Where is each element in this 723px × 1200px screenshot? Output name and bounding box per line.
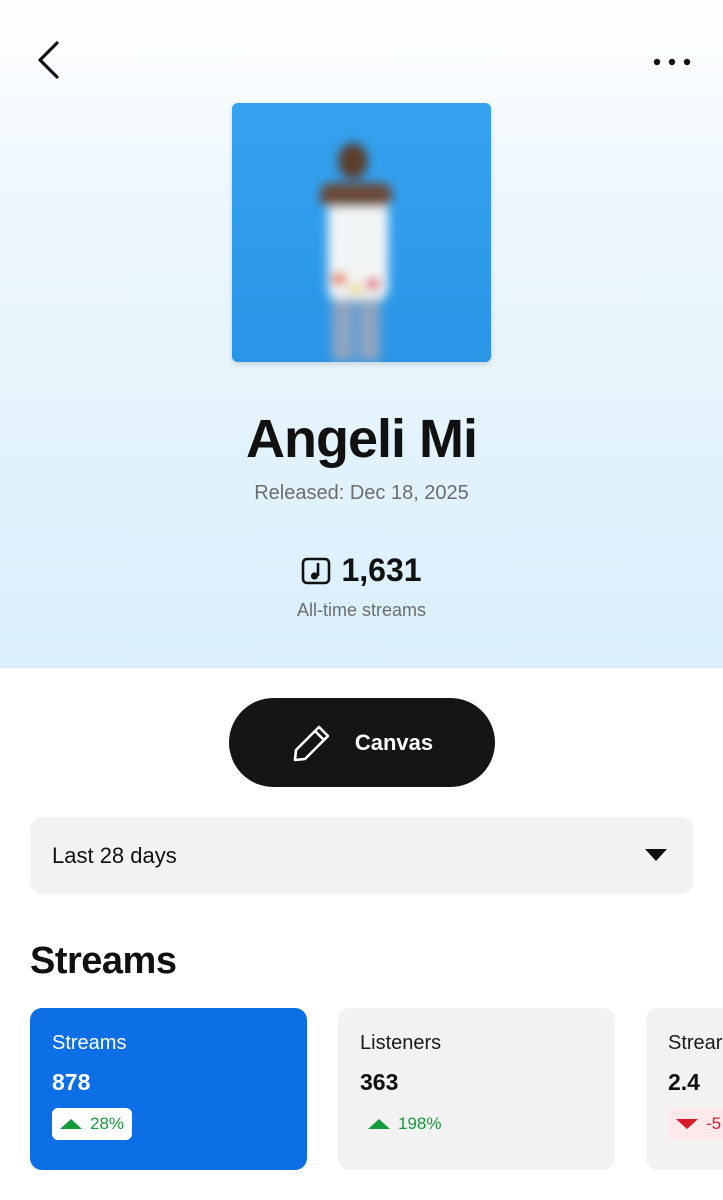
back-button[interactable] <box>28 38 68 82</box>
pencil-icon <box>293 725 330 761</box>
album-artwork <box>232 103 491 362</box>
stat-change-badge: -5 <box>668 1108 723 1140</box>
stat-change-badge: 28% <box>52 1108 133 1140</box>
all-time-streams: 1,631 <box>0 552 723 589</box>
trend-up-icon <box>60 1119 82 1129</box>
music-note-icon <box>302 557 331 584</box>
stat-change-value: 198% <box>398 1114 442 1133</box>
stat-card-streams-per-listener[interactable]: Strear 2.4 -5 <box>646 1008 723 1170</box>
all-time-streams-label: All-time streams <box>296 600 426 620</box>
stat-card-value: 878 <box>52 1069 91 1095</box>
chevron-left-icon <box>38 41 59 79</box>
trend-up-icon <box>368 1119 390 1129</box>
stat-card-label: Strear <box>668 1032 723 1054</box>
stats-carousel[interactable]: Streams 878 28% Listeners 363 198% Strea… <box>30 1008 723 1170</box>
stat-card-streams[interactable]: Streams 878 28% <box>30 1008 307 1170</box>
canvas-button-label: Canvas <box>354 729 434 755</box>
release-date: Released: Dec 18, 2025 <box>254 482 469 504</box>
date-range-value: Last 28 days <box>52 842 177 868</box>
release-title: Angeli Mi <box>246 409 478 469</box>
stat-card-label: Streams <box>52 1032 127 1054</box>
stat-change-value: 28% <box>90 1114 125 1133</box>
stat-card-value: 363 <box>360 1069 399 1095</box>
date-range-dropdown[interactable]: Last 28 days <box>30 817 693 894</box>
stat-change-badge: 198% <box>360 1108 449 1140</box>
stat-card-value: 2.4 <box>668 1069 700 1095</box>
more-options-button[interactable] <box>649 42 695 82</box>
caret-down-icon <box>645 849 667 861</box>
trend-down-icon <box>676 1119 698 1129</box>
canvas-button[interactable]: Canvas <box>229 698 495 787</box>
stat-change-value: -5 <box>706 1114 722 1133</box>
all-time-streams-count: 1,631 <box>341 552 422 588</box>
stat-card-label: Listeners <box>360 1032 442 1054</box>
more-horizontal-icon <box>653 58 691 66</box>
streams-section-title: Streams <box>30 940 177 982</box>
stat-card-listeners[interactable]: Listeners 363 198% <box>338 1008 615 1170</box>
